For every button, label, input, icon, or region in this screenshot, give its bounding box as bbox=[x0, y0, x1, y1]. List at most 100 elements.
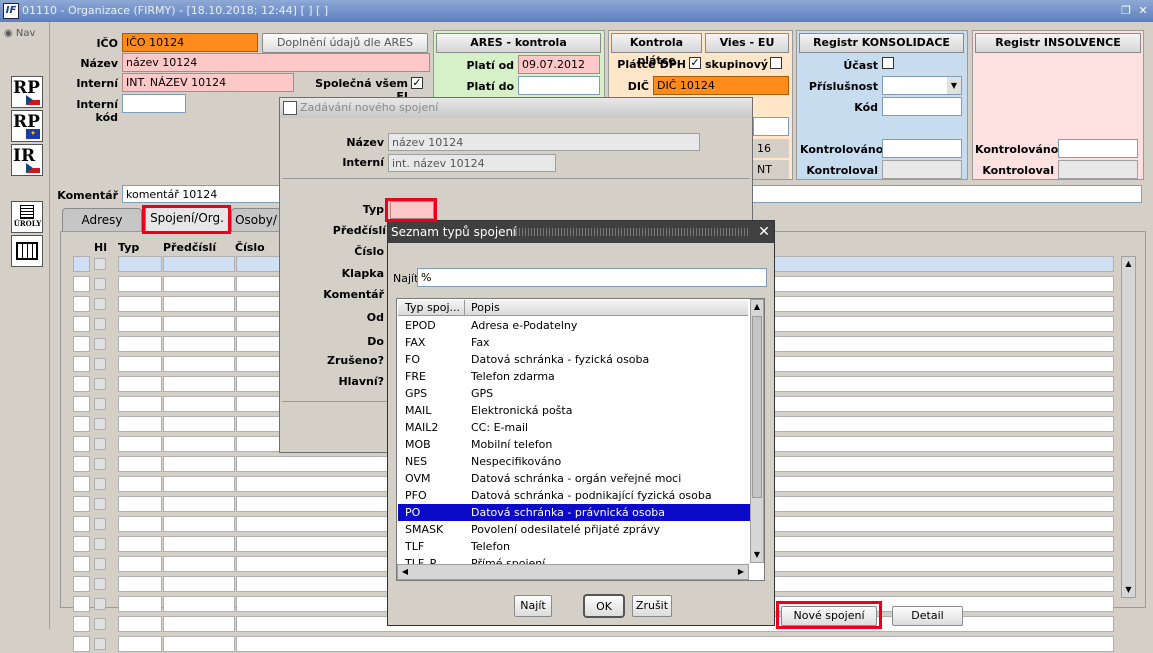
list-item[interactable]: SMASK Povolení odesilatelé přijaté zprávy bbox=[398, 521, 750, 538]
scroll-thumb[interactable] bbox=[752, 316, 762, 498]
grid-cell[interactable] bbox=[118, 496, 162, 512]
grid-cell[interactable] bbox=[73, 436, 90, 452]
row-hl-checkbox[interactable] bbox=[94, 318, 106, 330]
ares-fill-button[interactable]: Doplnění údajů dle ARES bbox=[262, 33, 428, 53]
row-hl-checkbox[interactable] bbox=[94, 598, 106, 610]
tab-adresy[interactable]: Adresy bbox=[62, 208, 142, 232]
row-hl-checkbox[interactable] bbox=[94, 258, 106, 270]
rp-eu-icon[interactable]: RP ✦ bbox=[11, 110, 43, 142]
plati-do-field[interactable] bbox=[518, 76, 600, 95]
grid-cell[interactable] bbox=[118, 256, 162, 272]
grid-cell[interactable] bbox=[163, 616, 235, 632]
row-hl-checkbox[interactable] bbox=[94, 378, 106, 390]
building-icon[interactable] bbox=[11, 235, 43, 267]
grid-cell[interactable] bbox=[118, 316, 162, 332]
platce-checkbox[interactable]: ✓ bbox=[689, 57, 701, 69]
grid-cell[interactable] bbox=[73, 336, 90, 352]
scroll-down-icon[interactable]: ▼ bbox=[1122, 583, 1135, 597]
row-hl-checkbox[interactable] bbox=[94, 498, 106, 510]
prislusnost-select[interactable]: ▼ bbox=[882, 76, 962, 95]
grid-cell[interactable] bbox=[163, 536, 235, 552]
ucast-checkbox[interactable] bbox=[882, 57, 894, 69]
grid-cell[interactable] bbox=[73, 496, 90, 512]
grid-cell[interactable] bbox=[163, 416, 235, 432]
kontrolovano-field[interactable] bbox=[882, 139, 962, 158]
list-item[interactable]: FO Datová schránka - fyzická osoba bbox=[398, 351, 750, 368]
grid-cell[interactable] bbox=[73, 356, 90, 372]
grid-cell[interactable] bbox=[73, 416, 90, 432]
grid-cell[interactable] bbox=[73, 516, 90, 532]
najit-button[interactable]: Najít bbox=[514, 595, 552, 617]
list-item[interactable]: FAX Fax bbox=[398, 334, 750, 351]
grid-cell[interactable] bbox=[163, 476, 235, 492]
row-hl-checkbox[interactable] bbox=[94, 518, 106, 530]
grid-cell[interactable] bbox=[73, 636, 90, 652]
grid-cell[interactable] bbox=[118, 336, 162, 352]
grid-cell[interactable] bbox=[73, 556, 90, 572]
grid-cell[interactable] bbox=[118, 456, 162, 472]
scroll-up-icon[interactable]: ▲ bbox=[1122, 257, 1135, 271]
close-icon[interactable]: ✕ bbox=[1136, 4, 1150, 18]
row-hl-checkbox[interactable] bbox=[94, 338, 106, 350]
grid-cell[interactable] bbox=[73, 256, 90, 272]
kod-field[interactable] bbox=[882, 97, 962, 116]
grid-cell[interactable] bbox=[118, 436, 162, 452]
grid-cell[interactable] bbox=[163, 436, 235, 452]
kontrola-extra-field[interactable] bbox=[753, 117, 789, 136]
grid-cell[interactable] bbox=[73, 376, 90, 392]
grid-cell[interactable] bbox=[73, 596, 90, 612]
list-item[interactable]: TLF Telefon bbox=[398, 538, 750, 555]
grid-cell[interactable] bbox=[163, 636, 235, 652]
table-row[interactable] bbox=[73, 636, 1114, 653]
grid-cell[interactable] bbox=[163, 256, 235, 272]
grid-cell[interactable] bbox=[118, 416, 162, 432]
list-item[interactable]: FRE Telefon zdarma bbox=[398, 368, 750, 385]
grid-cell[interactable] bbox=[118, 616, 162, 632]
interni-kod-field[interactable] bbox=[122, 94, 186, 113]
grid-cell[interactable] bbox=[118, 476, 162, 492]
list-item[interactable]: OVM Datová schránka - orgán veřejné moci bbox=[398, 470, 750, 487]
zrusit-button[interactable]: Zrušit bbox=[632, 595, 672, 617]
grid-cell[interactable] bbox=[118, 296, 162, 312]
grid-cell[interactable] bbox=[118, 356, 162, 372]
col-typ-header[interactable]: Typ spoj... bbox=[405, 301, 460, 314]
list-item[interactable]: NES Nespecifikováno bbox=[398, 453, 750, 470]
grid-cell[interactable] bbox=[118, 576, 162, 592]
row-hl-checkbox[interactable] bbox=[94, 618, 106, 630]
skupinovy-checkbox[interactable] bbox=[770, 57, 782, 69]
grid-cell[interactable] bbox=[73, 396, 90, 412]
grid-cell[interactable] bbox=[118, 536, 162, 552]
grid-cell[interactable] bbox=[163, 396, 235, 412]
row-hl-checkbox[interactable] bbox=[94, 358, 106, 370]
grid-cell[interactable] bbox=[118, 556, 162, 572]
list-item[interactable]: GPS GPS bbox=[398, 385, 750, 402]
row-hl-checkbox[interactable] bbox=[94, 538, 106, 550]
grid-cell[interactable] bbox=[118, 396, 162, 412]
scroll-left-icon[interactable]: ◀ bbox=[398, 565, 412, 579]
list-item[interactable]: PO Datová schránka - právnická osoba bbox=[398, 504, 750, 521]
row-hl-checkbox[interactable] bbox=[94, 558, 106, 570]
rp-cz-icon[interactable]: RP bbox=[11, 76, 43, 108]
row-hl-checkbox[interactable] bbox=[94, 398, 106, 410]
nazev-field[interactable]: název 10124 bbox=[122, 53, 430, 72]
grid-cell[interactable] bbox=[73, 316, 90, 332]
row-hl-checkbox[interactable] bbox=[94, 458, 106, 470]
scroll-down-icon[interactable]: ▼ bbox=[751, 548, 763, 562]
list-item[interactable]: EPOD Adresa e-Podatelny bbox=[398, 317, 750, 334]
grid-cell[interactable] bbox=[73, 276, 90, 292]
chevron-down-icon[interactable]: ▼ bbox=[947, 77, 961, 94]
restore-icon[interactable]: ❐ bbox=[1119, 4, 1133, 18]
row-hl-checkbox[interactable] bbox=[94, 478, 106, 490]
col-popis-header[interactable]: Popis bbox=[471, 301, 500, 314]
grid-cell[interactable] bbox=[236, 636, 1114, 652]
grid-cell[interactable] bbox=[163, 596, 235, 612]
grid-scrollbar[interactable]: ▲ ▼ bbox=[1121, 256, 1136, 598]
dic-field[interactable]: DIČ 10124 bbox=[653, 76, 789, 95]
grid-cell[interactable] bbox=[163, 316, 235, 332]
row-hl-checkbox[interactable] bbox=[94, 638, 106, 650]
row-hl-checkbox[interactable] bbox=[94, 418, 106, 430]
list-item[interactable]: MOB Mobilní telefon bbox=[398, 436, 750, 453]
ir-cz-icon[interactable]: IR bbox=[11, 144, 43, 176]
grid-cell[interactable] bbox=[118, 516, 162, 532]
grid-cell[interactable] bbox=[163, 296, 235, 312]
